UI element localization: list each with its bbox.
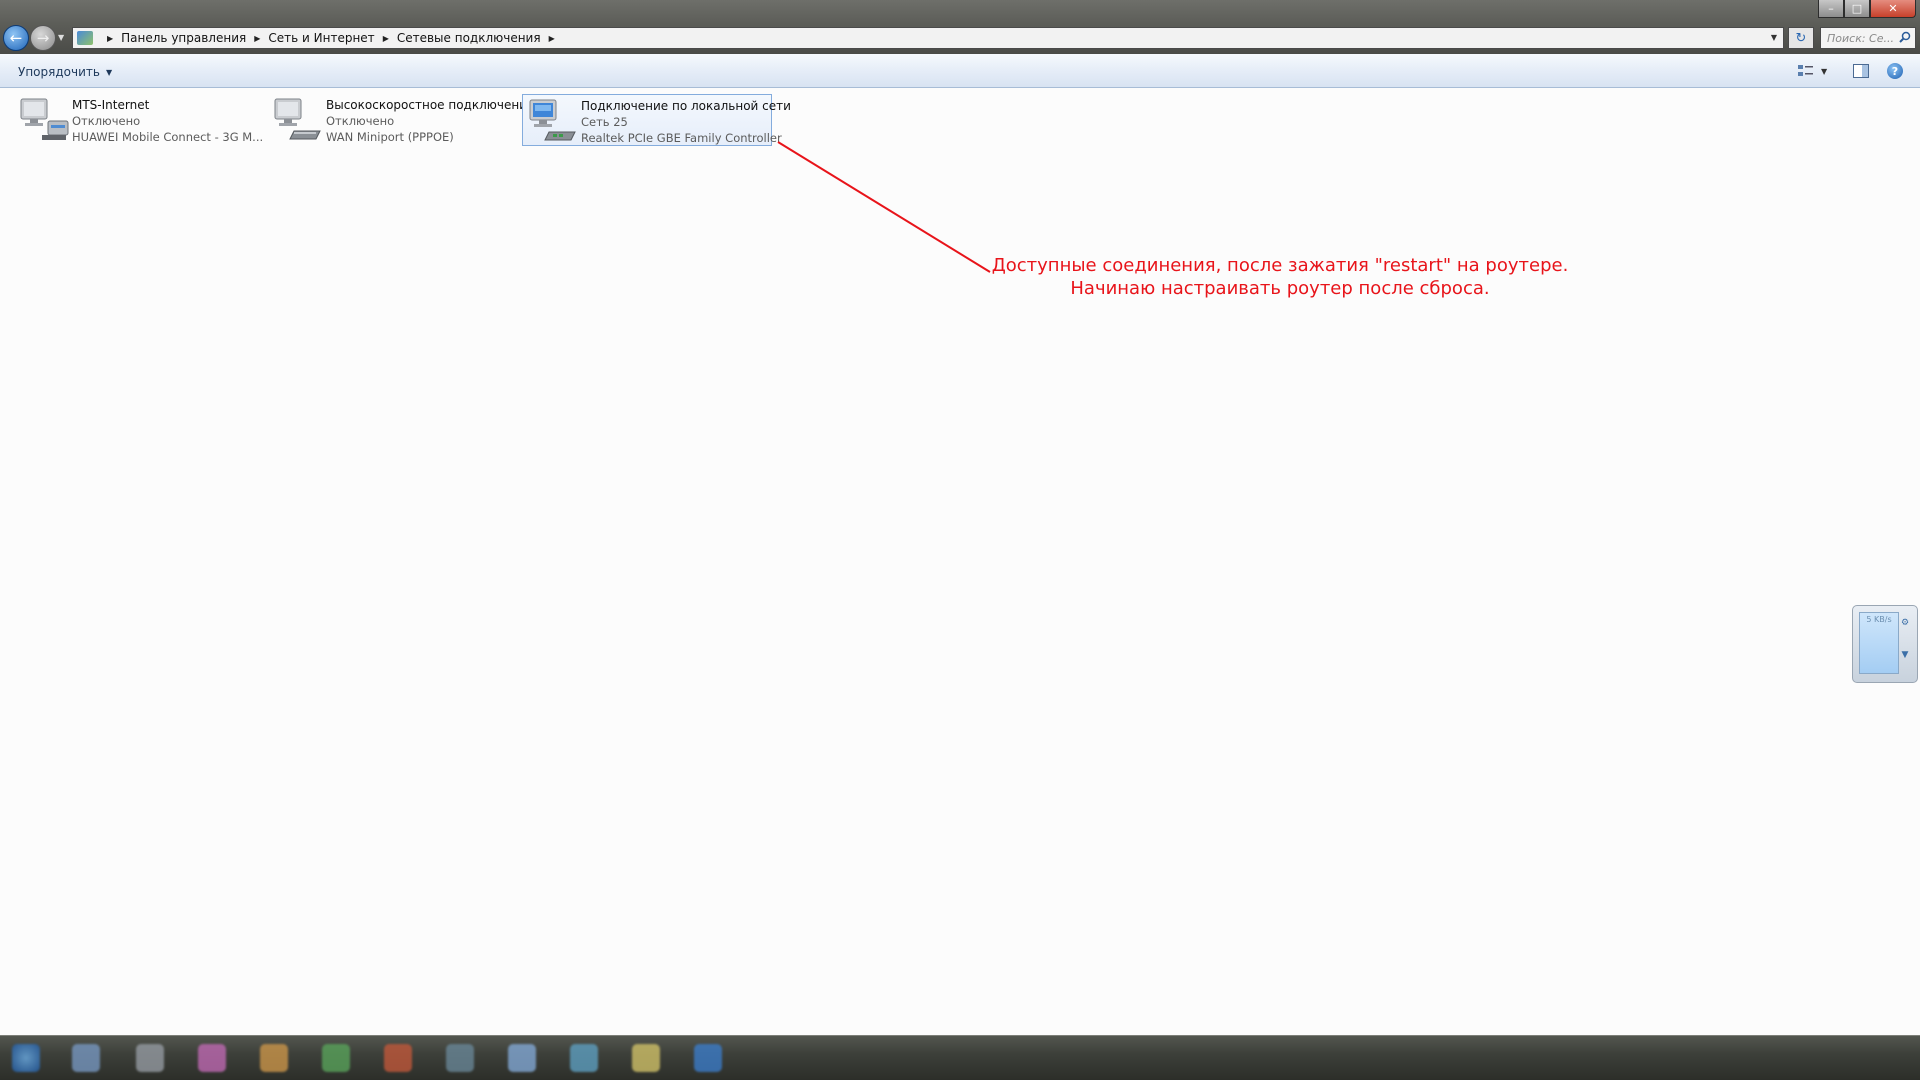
taskbar-app-icon[interactable] [260, 1044, 288, 1072]
breadcrumb-network-internet[interactable]: Сеть и Интернет [268, 31, 374, 45]
command-bar: Упорядочить ▼ ▼ ? [0, 54, 1920, 88]
forward-button[interactable]: → [30, 25, 56, 51]
chevron-right-icon[interactable]: ▶ [107, 34, 113, 43]
taskbar-app-icon[interactable] [632, 1044, 660, 1072]
network-speed: 5 KB/s [1866, 615, 1892, 624]
refresh-button[interactable]: ↻ [1788, 27, 1814, 49]
taskbar [0, 1035, 1920, 1080]
chevron-right-icon[interactable]: ▶ [254, 34, 260, 43]
address-history-dropdown[interactable]: ▼ [1771, 33, 1777, 42]
arrow-left-icon: ← [9, 29, 23, 47]
close-icon: ✕ [1888, 2, 1898, 15]
maximize-button[interactable]: □ [1844, 0, 1870, 18]
organize-button[interactable]: Упорядочить ▼ [10, 62, 120, 82]
address-bar[interactable]: ▶ Панель управления ▶ Сеть и Интернет ▶ … [72, 27, 1784, 49]
preview-pane-icon[interactable] [1852, 63, 1870, 79]
gadget-settings-icon[interactable]: ⚙ [1899, 618, 1911, 632]
minimize-button[interactable]: – [1818, 0, 1844, 18]
start-orb-icon[interactable] [12, 1044, 40, 1072]
chevron-down-icon: ▼ [105, 67, 113, 77]
chevron-down-icon[interactable]: ▼ [1899, 650, 1911, 664]
connection-device: Realtek PCIe GBE Family Controller [581, 131, 782, 145]
connection-name: Высокоскоростное подключение [326, 98, 535, 112]
search-input[interactable]: Поиск: Се... [1820, 27, 1916, 49]
search-icon[interactable] [1899, 31, 1911, 43]
network-meter-screen: 5 KB/s [1859, 612, 1899, 674]
breadcrumb-network-connections[interactable]: Сетевые подключения [397, 31, 541, 45]
annotation-text: Доступные соединения, после зажатия "res… [980, 254, 1580, 300]
minimize-icon: – [1828, 2, 1834, 15]
taskbar-app-icon[interactable] [570, 1044, 598, 1072]
connections-view: MTS-Internet Отключено HUAWEI Mobile Con… [0, 89, 1920, 1035]
caption-buttons: – □ ✕ [1818, 0, 1916, 18]
taskbar-app-icon[interactable] [72, 1044, 100, 1072]
connection-device: WAN Miniport (PPPOE) [326, 130, 454, 144]
control-panel-icon [77, 31, 93, 45]
taskbar-app-icon[interactable] [136, 1044, 164, 1072]
connection-item-broadband[interactable]: Высокоскоростное подключение Отключено W… [268, 94, 534, 146]
back-button[interactable]: ← [3, 25, 29, 51]
window-titlebar: – □ ✕ ← → ▼ ▶ Панель управления ▶ Сеть и… [0, 0, 1920, 54]
broadband-connection-icon [272, 97, 324, 143]
change-view-icon[interactable] [1797, 63, 1815, 79]
annotation-line-1: Доступные соединения, после зажатия "res… [991, 255, 1569, 276]
taskbar-app-icon[interactable] [198, 1044, 226, 1072]
connection-details: Высокоскоростное подключение Отключено W… [324, 97, 534, 145]
connection-name: MTS-Internet [72, 98, 150, 112]
recent-pages-dropdown[interactable]: ▼ [58, 33, 64, 42]
chevron-right-icon[interactable]: ▶ [549, 34, 555, 43]
chevron-right-icon[interactable]: ▶ [383, 34, 389, 43]
taskbar-app-icon[interactable] [446, 1044, 474, 1072]
connection-item-lan[interactable]: Подключение по локальной сети Сеть 25 Re… [522, 94, 791, 146]
taskbar-app-icon[interactable] [322, 1044, 350, 1072]
maximize-icon: □ [1851, 2, 1863, 15]
network-meter-gadget[interactable]: 5 KB/s ⚙ ▼ [1852, 605, 1918, 683]
connection-details: MTS-Internet Отключено HUAWEI Mobile Con… [70, 97, 263, 145]
connection-details: Подключение по локальной сети Сеть 25 Re… [579, 98, 791, 146]
taskbar-app-icon[interactable] [508, 1044, 536, 1072]
taskbar-app-icon[interactable] [384, 1044, 412, 1072]
arrow-right-icon: → [36, 29, 50, 47]
connection-device: HUAWEI Mobile Connect - 3G M... [72, 130, 264, 144]
connection-status: Отключено [326, 114, 395, 128]
connection-status: Отключено [72, 114, 141, 128]
connection-name: Подключение по локальной сети [581, 99, 791, 113]
help-button[interactable]: ? [1887, 63, 1903, 79]
close-button[interactable]: ✕ [1870, 0, 1916, 18]
breadcrumb-control-panel[interactable]: Панель управления [121, 31, 246, 45]
help-icon: ? [1891, 64, 1899, 78]
refresh-icon: ↻ [1795, 30, 1807, 46]
connection-item-mts-internet[interactable]: MTS-Internet Отключено HUAWEI Mobile Con… [14, 94, 264, 146]
lan-connection-icon [527, 98, 579, 144]
organize-label: Упорядочить [18, 65, 100, 79]
modem-connection-icon [18, 97, 70, 143]
annotation-line-2: Начинаю настраивать роутер после сброса. [1070, 278, 1490, 299]
views-dropdown[interactable]: ▼ [1821, 67, 1827, 76]
taskbar-app-icon[interactable] [694, 1044, 722, 1072]
connection-status: Сеть 25 [581, 115, 628, 129]
search-placeholder: Поиск: Се... [1827, 31, 1894, 45]
